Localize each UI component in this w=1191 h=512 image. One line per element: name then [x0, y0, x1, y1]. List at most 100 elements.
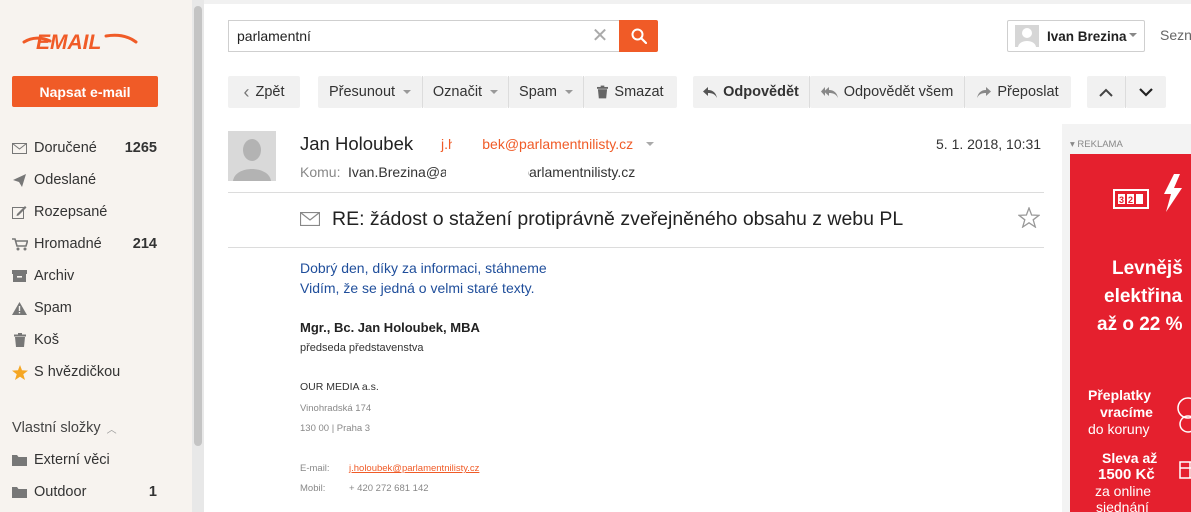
folder-sent[interactable]: Odeslané [0, 168, 192, 192]
folder-label: Odeslané [34, 172, 97, 188]
delete-label: Smazat [614, 84, 664, 100]
forward-button[interactable]: Přeposlat [965, 76, 1071, 108]
move-label: Přesunout [328, 84, 396, 100]
inbox-icon [11, 140, 28, 156]
ad-headline: až o 22 % [1097, 314, 1183, 335]
to-label: Komu: [300, 164, 341, 180]
email-logo[interactable]: EMAIL [22, 28, 140, 54]
clear-search-icon[interactable]: ✕ [590, 25, 610, 47]
search-input[interactable] [228, 20, 620, 52]
spam-button[interactable]: Spam [509, 76, 583, 108]
delete-button[interactable]: Smazat [584, 76, 677, 108]
trash-icon [11, 332, 28, 348]
search-button[interactable] [619, 20, 658, 52]
folder-starred[interactable]: S hvězdičkou [0, 360, 192, 384]
reply-icon [703, 86, 718, 98]
sidebar-scrollbar-thumb[interactable] [194, 6, 202, 446]
user-menu[interactable]: Ivan Brezina [1007, 20, 1145, 52]
folder-label: Archiv [34, 268, 75, 284]
signature-phone: + 420 272 681 142 [349, 483, 429, 494]
chevron-down-icon [1129, 33, 1137, 37]
folder-label: S hvězdičkou [34, 364, 121, 380]
ad-subline: vracíme [1100, 404, 1153, 420]
email-subject: RE: žádost o stažení protiprávně zveřejn… [332, 208, 904, 230]
trash-icon [597, 85, 609, 99]
folder-inbox[interactable]: Doručené 1265 [0, 136, 192, 160]
folder-count: 1265 [124, 140, 157, 156]
signature-company: OUR MEDIA a.s. [300, 381, 379, 393]
ad-headline: elektřina [1104, 286, 1183, 307]
ad-subline: Přeplatky [1088, 387, 1152, 403]
chevron-down-icon [564, 90, 573, 94]
meter-digit: 3 [1119, 195, 1124, 205]
ad-banner[interactable]: 32 32 Levnějš elektřina až o 22 % Přepla… [1070, 154, 1191, 512]
chevron-down-icon[interactable] [646, 142, 654, 146]
mark-button[interactable]: Označit [423, 76, 508, 108]
signature-phone-label: Mobil: [300, 483, 326, 494]
top-divider [204, 0, 1191, 4]
avatar [1015, 25, 1039, 47]
meter-digit: 2 [1128, 195, 1133, 205]
forward-icon [977, 86, 992, 98]
ad-subline: 1500 Kč [1098, 466, 1155, 483]
signature-role: předseda představenstva [300, 342, 424, 354]
folder-trash[interactable]: Koš [0, 328, 192, 352]
spam-label: Spam [519, 84, 557, 100]
folder-external[interactable]: Externí věci [0, 448, 192, 472]
folder-drafts[interactable]: Rozepsané [0, 200, 192, 224]
search-icon [631, 28, 647, 44]
envelope-icon [300, 212, 320, 226]
folder-outdoor[interactable]: Outdoor 1 [0, 480, 192, 504]
chevron-down-icon [490, 90, 499, 94]
user-icon [228, 131, 276, 181]
reply-label: Odpovědět [723, 84, 799, 100]
sender-name[interactable]: Jan Holoubek [300, 133, 413, 155]
own-folders-toggle[interactable]: Vlastní složky ︿ [12, 420, 117, 436]
redaction [452, 131, 482, 155]
archive-icon [11, 268, 28, 284]
chevron-down-icon [1139, 87, 1153, 97]
folder-label: Spam [34, 300, 72, 316]
star-icon[interactable] [1018, 207, 1040, 228]
body-line: Vidím, že se jedná o velmi staré texty. [300, 280, 535, 296]
redaction [446, 160, 528, 184]
svg-text:EMAIL: EMAIL [36, 31, 101, 54]
own-folders-title: Vlastní složky [12, 420, 101, 436]
user-name: Ivan Brezina [1047, 28, 1127, 44]
ad-subline: Sleva až [1102, 450, 1158, 466]
signature-email-link[interactable]: j.holoubek@parlamentnilisty.cz [349, 463, 479, 474]
folder-label: Rozepsané [34, 204, 108, 220]
gift-icon [1179, 461, 1191, 479]
folder-icon [11, 484, 28, 500]
folder-icon [11, 452, 28, 468]
chevron-up-icon: ︿ [106, 424, 117, 436]
chevron-down-icon [403, 90, 412, 94]
back-button[interactable]: ‹ Zpět [228, 76, 300, 108]
ad-subline: do koruny [1088, 421, 1150, 437]
email-date: 5. 1. 2018, 10:31 [936, 136, 1042, 152]
signature-email-label: E-mail: [300, 463, 330, 474]
folder-count: 1 [148, 484, 157, 500]
warning-icon [11, 300, 28, 316]
folder-bulk[interactable]: Hromadné 214 [0, 232, 192, 256]
previous-email-button[interactable] [1087, 76, 1125, 108]
next-email-button[interactable] [1126, 76, 1166, 108]
draft-icon [11, 204, 28, 220]
sidebar: EMAIL Napsat e-mail Doručené 1265 Odesla… [0, 0, 192, 512]
reply-all-button[interactable]: Odpovědět všem [810, 76, 964, 108]
electricity-meter-icon: 32 [1113, 174, 1182, 212]
signature-name: Mgr., Bc. Jan Holoubek, MBA [300, 320, 480, 335]
reply-all-icon [820, 86, 838, 98]
folder-spam[interactable]: Spam [0, 296, 192, 320]
move-button[interactable]: Přesunout [318, 76, 422, 108]
folder-label: Koš [34, 332, 59, 348]
send-icon [11, 172, 28, 188]
folder-count: 214 [132, 236, 157, 252]
compose-button[interactable]: Napsat e-mail [12, 76, 158, 107]
folder-archive[interactable]: Archiv [0, 264, 192, 288]
forward-label: Přeposlat [997, 84, 1059, 100]
folder-label: Doručené [34, 140, 97, 156]
seznam-link[interactable]: Sezn [1160, 27, 1191, 43]
reply-button[interactable]: Odpovědět [693, 76, 809, 108]
back-label: Zpět [255, 84, 285, 100]
